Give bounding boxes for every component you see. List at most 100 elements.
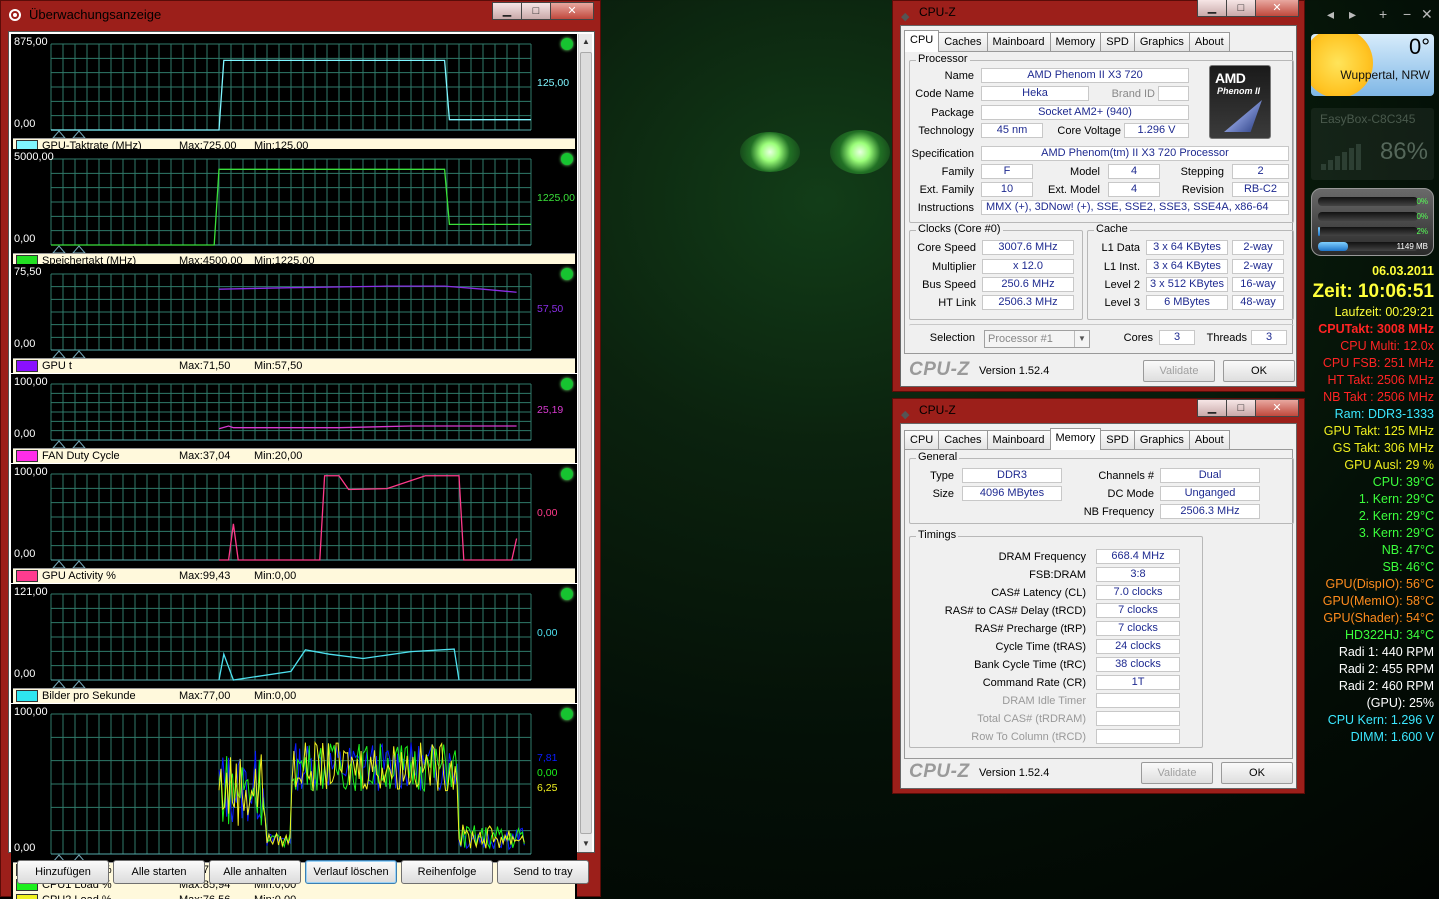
legend-row[interactable]: Bilder pro Sekunde Max:77,00 Min:0,00 (13, 689, 575, 704)
minimize-button[interactable]: ▁ (1197, 399, 1227, 417)
legend-row[interactable]: GPU t Max:71,50 Min:57,50 (13, 359, 575, 374)
maximize-button[interactable]: □ (521, 2, 551, 20)
range-marker-icon[interactable] (72, 245, 86, 253)
minimize-button[interactable]: ▁ (492, 2, 522, 20)
gadget-sidebar: ◂ ▸ + − ✕ 0° Wuppertal, NRW EasyBox-C8C3… (1307, 0, 1439, 899)
color-swatch-icon[interactable] (16, 360, 38, 372)
cpuz-logo: CPU-Z (909, 761, 970, 782)
cpuz-version: Version 1.52.4 (979, 767, 1050, 779)
validate-button[interactable]: Validate (1143, 360, 1215, 382)
cpuz-memory-window: ◆ CPU-Z ▁ □ ✕ CPU Caches Mainboard Memor… (892, 398, 1305, 794)
range-marker-icon[interactable] (72, 440, 86, 448)
tab-about[interactable]: About (1188, 430, 1230, 450)
sidebar-minimize-icon[interactable]: − (1403, 6, 1411, 22)
busspeed-label: Bus Speed (922, 279, 976, 291)
wallpaper-eye-left (740, 132, 800, 172)
stat-line: GS Takt: 306 MHz (1332, 441, 1434, 455)
chevron-down-icon[interactable]: ▼ (1074, 331, 1089, 347)
tab-mainboard[interactable]: Mainboard (986, 430, 1051, 450)
close-button[interactable]: ✕ (1255, 0, 1299, 17)
color-swatch-icon[interactable] (16, 450, 38, 462)
maximize-button[interactable]: □ (1226, 0, 1256, 17)
l2-label: Level 2 (1104, 279, 1140, 291)
minimize-button[interactable]: ▁ (1197, 0, 1227, 17)
legend-fps: Bilder pro Sekunde Max:77,00 Min:0,00 (13, 688, 575, 703)
scroll-thumb[interactable] (580, 52, 592, 834)
range-marker-icon[interactable] (72, 350, 86, 358)
general-group: General Type DDR3 Size 4096 MBytes Chann… (909, 451, 1294, 524)
tab-memory[interactable]: Memory (1049, 428, 1102, 450)
legend-row[interactable]: FAN Duty Cycle Max:37,04 Min:20,00 (13, 449, 575, 464)
status-led-icon[interactable] (561, 588, 573, 600)
legend-row[interactable]: GPU Activity % Max:99,43 Min:0,00 (13, 569, 575, 584)
range-marker-icon[interactable] (72, 680, 86, 688)
cpuz-logo: CPU-Z (909, 359, 970, 380)
tab-spd[interactable]: SPD (1100, 430, 1135, 450)
wifi-gadget[interactable]: EasyBox-C8C345 86% (1311, 108, 1434, 180)
tab-mainboard[interactable]: Mainboard (986, 32, 1051, 52)
color-swatch-icon[interactable] (16, 570, 38, 582)
range-marker-icon[interactable] (52, 245, 66, 253)
close-button[interactable]: ✕ (550, 2, 594, 20)
start-all-button[interactable]: Alle starten (113, 860, 205, 884)
sidebar-next-icon[interactable]: ▸ (1349, 6, 1356, 23)
meter-percent: 2% (1416, 227, 1428, 236)
tab-memory[interactable]: Memory (1049, 32, 1102, 52)
scroll-down-icon[interactable]: ▼ (579, 836, 593, 852)
legend-row[interactable]: CPU2 Load % Max:76,56 Min:0,00 (13, 893, 575, 899)
status-led-icon[interactable] (561, 153, 573, 165)
status-led-icon[interactable] (561, 38, 573, 50)
color-swatch-icon[interactable] (16, 894, 38, 899)
close-button[interactable]: ✕ (1255, 399, 1299, 417)
order-button[interactable]: Reihenfolge (401, 860, 493, 884)
status-led-icon[interactable] (561, 468, 573, 480)
status-led-icon[interactable] (561, 708, 573, 720)
range-marker-icon[interactable] (52, 560, 66, 568)
sidebar-prev-icon[interactable]: ◂ (1327, 6, 1334, 23)
tab-caches[interactable]: Caches (938, 430, 988, 450)
tab-spd[interactable]: SPD (1100, 32, 1135, 52)
current-value-label: 6,25 (537, 782, 558, 794)
tab-cpu[interactable]: CPU (904, 30, 940, 52)
stat-line: 2. Kern: 29°C (1358, 509, 1434, 523)
range-marker-icon[interactable] (72, 560, 86, 568)
maximize-button[interactable]: □ (1226, 399, 1256, 417)
sidebar-close-icon[interactable]: ✕ (1421, 6, 1433, 23)
processor-select[interactable]: Processor #1 ▼ (984, 330, 1090, 348)
instructions-label: Instructions (917, 202, 974, 214)
revision-label: Revision (1181, 184, 1224, 196)
extfamily-value: 10 (981, 182, 1033, 197)
clear-history-button[interactable]: Verlauf löschen (305, 860, 397, 884)
scroll-up-icon[interactable]: ▲ (579, 34, 593, 50)
range-marker-icon[interactable] (52, 130, 66, 138)
weather-gadget[interactable]: 0° Wuppertal, NRW (1311, 34, 1434, 96)
sidebar-add-icon[interactable]: + (1379, 6, 1387, 22)
stop-all-button[interactable]: Alle anhalten (209, 860, 301, 884)
tab-caches[interactable]: Caches (938, 32, 988, 52)
range-marker-icon[interactable] (72, 130, 86, 138)
validate-button[interactable]: Validate (1141, 762, 1213, 784)
tab-graphics[interactable]: Graphics (1133, 32, 1190, 52)
tab-graphics[interactable]: Graphics (1133, 430, 1190, 450)
ok-button[interactable]: OK (1223, 360, 1295, 382)
tab-about[interactable]: About (1188, 32, 1230, 52)
status-led-icon[interactable] (561, 378, 573, 390)
cpu-ram-meter-gadget[interactable]: 0% 0% 2% 1149 MB (1311, 188, 1434, 256)
ok-button[interactable]: OK (1221, 762, 1293, 784)
vertical-scrollbar[interactable]: ▲ ▼ (578, 34, 592, 852)
chart-panel-gpu-activity: 100,00 0,00 0,00 GPU Activity % Max:99,43 Min… (11, 464, 577, 583)
range-marker-icon[interactable] (52, 680, 66, 688)
add-button[interactable]: Hinzufügen (17, 860, 109, 884)
range-marker-icon[interactable] (52, 350, 66, 358)
grid-lines (50, 158, 532, 246)
tab-cpu[interactable]: CPU (904, 430, 940, 450)
legend-min: Min:0,00 (254, 893, 296, 899)
send-to-tray-button[interactable]: Send to tray (497, 860, 589, 884)
stat-line: 3. Kern: 29°C (1358, 526, 1434, 540)
y-axis-min-label: 0,00 (14, 428, 36, 440)
timings-group-title: Timings (916, 529, 959, 541)
range-marker-icon[interactable] (52, 440, 66, 448)
color-swatch-icon[interactable] (16, 690, 38, 702)
status-led-icon[interactable] (561, 268, 573, 280)
selection-label: Selection (929, 332, 975, 344)
